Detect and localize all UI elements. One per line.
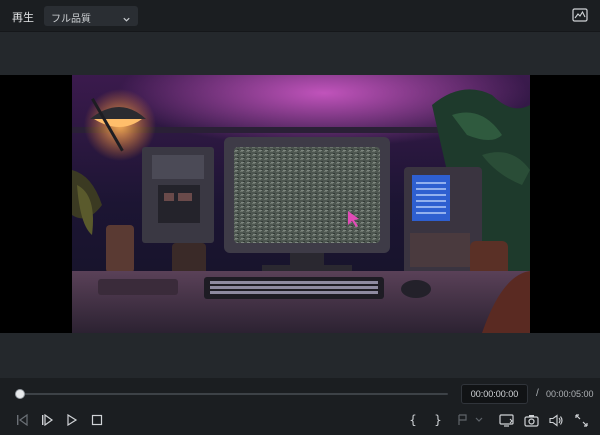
time-separator: / (536, 388, 539, 399)
video-frame (72, 75, 530, 333)
playback-label: 再生 (12, 12, 34, 24)
current-time-field[interactable]: 00:00:00:00 (461, 384, 528, 404)
duration-label: 00:00:05:00 (546, 389, 594, 399)
mark-in-button[interactable]: { (405, 412, 421, 428)
step-forward-icon[interactable] (39, 412, 55, 428)
top-bar: 再生 フル品質 (0, 0, 600, 32)
mark-out-button[interactable]: } (430, 412, 446, 428)
volume-icon[interactable] (548, 412, 564, 428)
display-icon[interactable] (498, 412, 514, 428)
preview-area (0, 32, 600, 378)
step-back-icon[interactable] (14, 412, 30, 428)
video-canvas[interactable] (0, 75, 600, 333)
video-scope-icon[interactable] (572, 8, 588, 22)
quality-value: フル品質 (51, 14, 91, 25)
stop-icon[interactable] (89, 412, 105, 428)
chevron-down-icon (122, 11, 131, 29)
progress-track[interactable] (20, 393, 448, 395)
play-icon[interactable] (64, 412, 80, 428)
progress-handle[interactable] (15, 389, 25, 399)
snapshot-icon[interactable] (523, 412, 539, 428)
fullscreen-icon[interactable] (573, 412, 589, 428)
quality-dropdown[interactable]: フル品質 (44, 6, 138, 26)
playback-controls: 00:00:00:00 / 00:00:05:00 { } (0, 378, 600, 435)
marker-dropdown-icon[interactable] (455, 412, 485, 428)
